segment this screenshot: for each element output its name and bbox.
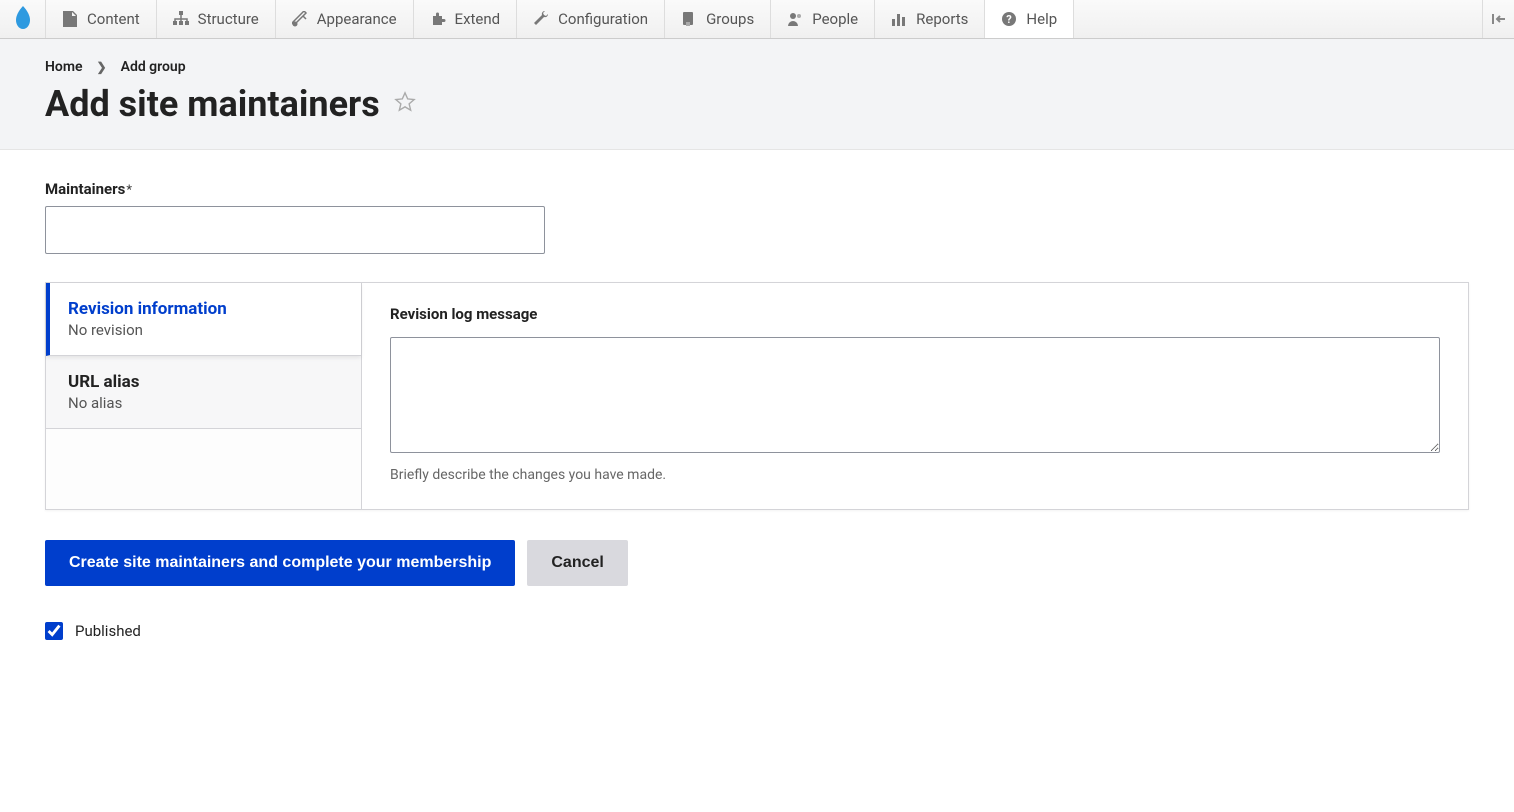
- required-marker: *: [126, 183, 132, 198]
- toolbar-label: Reports: [916, 10, 968, 28]
- published-checkbox[interactable]: [45, 622, 63, 640]
- breadcrumb-link-add-group[interactable]: Add group: [121, 59, 186, 75]
- configuration-icon: [533, 11, 549, 27]
- help-icon: ?: [1001, 11, 1017, 27]
- toolbar-item-groups[interactable]: Groups: [665, 0, 771, 38]
- vertical-tabs-panel: Revision information No revision URL ali…: [45, 282, 1469, 510]
- appearance-icon: [292, 11, 308, 27]
- toolbar-label: Help: [1026, 10, 1057, 28]
- vtab-revision-information[interactable]: Revision information No revision: [46, 283, 361, 356]
- toolbar-collapse-button[interactable]: [1482, 0, 1514, 38]
- toolbar-label: Content: [87, 10, 140, 28]
- vtab-summary: No revision: [68, 321, 339, 339]
- structure-icon: [173, 11, 189, 27]
- toolbar-item-extend[interactable]: Extend: [414, 0, 518, 38]
- revision-log-description: Briefly describe the changes you have ma…: [390, 467, 1440, 483]
- admin-toolbar: Content Structure Appearance Extend Conf…: [0, 0, 1514, 39]
- svg-text:?: ?: [1007, 13, 1013, 26]
- revision-log-textarea[interactable]: [390, 337, 1440, 453]
- cancel-button[interactable]: Cancel: [527, 540, 627, 586]
- vtabs-menu: Revision information No revision URL ali…: [46, 283, 362, 509]
- people-icon: [787, 11, 803, 27]
- vtab-title: URL alias: [68, 372, 339, 392]
- main-content: Maintainers* Revision information No rev…: [0, 150, 1514, 670]
- toolbar-item-configuration[interactable]: Configuration: [517, 0, 665, 38]
- page-header: Home ❯ Add group Add site maintainers: [0, 39, 1514, 150]
- extend-icon: [430, 11, 446, 27]
- published-label[interactable]: Published: [75, 622, 141, 640]
- revision-log-label: Revision log message: [390, 305, 1440, 323]
- maintainers-field-wrapper: Maintainers*: [45, 180, 1469, 254]
- vtab-title: Revision information: [68, 299, 339, 319]
- form-actions: Create site maintainers and complete you…: [45, 540, 1469, 586]
- chevron-right-icon: ❯: [97, 60, 107, 74]
- content-icon: [62, 11, 78, 27]
- toolbar-label: Structure: [198, 10, 259, 28]
- toolbar-label: Groups: [706, 10, 754, 28]
- page-title: Add site maintainers: [45, 83, 380, 125]
- drupal-logo[interactable]: [0, 0, 46, 38]
- toolbar-item-reports[interactable]: Reports: [875, 0, 985, 38]
- maintainers-input[interactable]: [45, 206, 545, 254]
- toolbar-item-appearance[interactable]: Appearance: [276, 0, 414, 38]
- toolbar-item-content[interactable]: Content: [46, 0, 157, 38]
- toolbar-item-people[interactable]: People: [771, 0, 875, 38]
- toolbar-item-help[interactable]: ? Help: [985, 0, 1074, 38]
- vtab-url-alias[interactable]: URL alias No alias: [46, 356, 361, 429]
- breadcrumb: Home ❯ Add group: [45, 59, 1469, 75]
- submit-button[interactable]: Create site maintainers and complete you…: [45, 540, 515, 586]
- breadcrumb-link-home[interactable]: Home: [45, 59, 83, 75]
- favorite-star-icon[interactable]: [394, 91, 416, 117]
- vtabs-content: Revision log message Briefly describe th…: [362, 283, 1468, 509]
- groups-icon: [681, 11, 697, 27]
- maintainers-label: Maintainers*: [45, 180, 1469, 198]
- vtab-summary: No alias: [68, 394, 339, 412]
- toolbar-label: Configuration: [558, 10, 648, 28]
- toolbar-label: People: [812, 10, 858, 28]
- toolbar-item-structure[interactable]: Structure: [157, 0, 276, 38]
- toolbar-label: Appearance: [317, 10, 397, 28]
- published-checkbox-row: Published: [45, 622, 1469, 640]
- toolbar-label: Extend: [455, 10, 501, 28]
- reports-icon: [891, 11, 907, 27]
